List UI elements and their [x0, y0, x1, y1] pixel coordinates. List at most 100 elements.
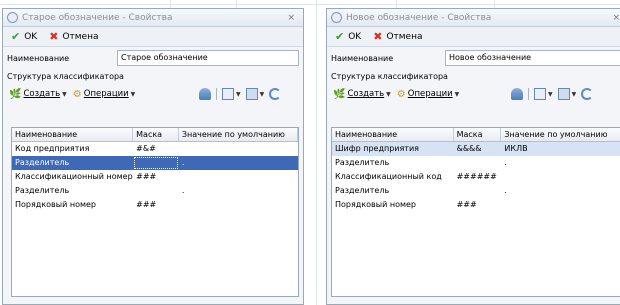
table-row[interactable]: Порядковый номер ###	[332, 198, 620, 212]
check-icon: ✔	[11, 30, 21, 43]
leaf-icon: 🌿	[333, 88, 346, 100]
create-button[interactable]: Создать	[23, 89, 60, 99]
column-header-mask[interactable]: Маска	[133, 128, 179, 141]
grid-header: Наименование Маска Значение по умолчанию	[12, 128, 298, 142]
cell-default	[179, 142, 298, 156]
cell-name: Классификационный код	[335, 172, 442, 181]
table-row[interactable]: Классификационный код ######	[332, 170, 620, 184]
properties-dialog-old: Старое обозначение - Свойства × ✔ OK ✖ О…	[2, 8, 304, 305]
cell-name: Порядковый номер	[335, 200, 416, 209]
cell-default: .	[504, 158, 507, 167]
chevron-down-icon[interactable]: ▼	[548, 91, 553, 98]
cell-default: .	[504, 186, 507, 195]
cell-name: Шифр предприятия	[335, 144, 419, 153]
ok-button[interactable]: OK	[348, 32, 361, 42]
cell-default	[501, 170, 620, 184]
table-row-selected[interactable]: Шифр предприятия &&&& ИКЛВ	[332, 142, 620, 156]
close-icon[interactable]: ×	[612, 13, 620, 23]
chevron-down-icon[interactable]: ▼	[236, 91, 241, 98]
chevron-down-icon[interactable]: ▼	[62, 91, 67, 98]
cross-icon: ✖	[373, 30, 383, 43]
check-icon: ✔	[335, 30, 345, 43]
user-icon[interactable]	[511, 88, 523, 100]
structure-grid: Наименование Маска Значение по умолчанию…	[331, 127, 620, 297]
dialog-title: Новое обозначение - Свойства	[346, 12, 492, 23]
toolbar-separator	[528, 88, 529, 100]
cell-default: .	[181, 186, 185, 195]
column-header-default[interactable]: Значение по умолчанию	[501, 128, 620, 141]
chevron-down-icon[interactable]: ▼	[455, 91, 460, 98]
name-label: Наименование	[7, 53, 70, 63]
column-header-name[interactable]: Наименование	[332, 128, 454, 141]
name-row: Наименование Новое обозначение	[327, 47, 620, 69]
operations-button[interactable]: Операции	[84, 89, 129, 99]
chevron-down-icon[interactable]: ▼	[260, 91, 265, 98]
refresh-icon[interactable]	[581, 88, 594, 100]
cancel-button[interactable]: Отмена	[62, 32, 98, 42]
user-icon[interactable]	[199, 88, 211, 100]
name-input[interactable]: Старое обозначение	[117, 50, 299, 66]
structure-toolbar: 🌿 Создать ▼ ⚙ Операции ▼ ▼ ▼	[327, 85, 620, 103]
structure-label: Структура классификатора	[7, 72, 124, 81]
grid-tools: ▼ ▼	[511, 88, 594, 100]
cell-name: Код предприятия	[15, 144, 90, 153]
table-row[interactable]: Классификационный номер ###	[12, 170, 298, 184]
edit-icon[interactable]	[534, 88, 546, 100]
cell-mask	[133, 156, 179, 170]
view-icon[interactable]	[245, 88, 258, 100]
title-bar[interactable]: Старое обозначение - Свойства ×	[3, 9, 303, 27]
cancel-button[interactable]: Отмена	[386, 32, 422, 42]
gear-icon: ⚙	[396, 88, 406, 100]
cell-name: Разделитель	[335, 158, 390, 167]
dialog-toolbar: ✔ OK ✖ Отмена	[327, 27, 620, 47]
properties-dialog-new: Новое обозначение - Свойства × ✔ OK ✖ От…	[326, 8, 620, 305]
structure-label: Структура классификатора	[331, 72, 448, 81]
cell-mask: ###	[136, 200, 157, 209]
ok-button[interactable]: OK	[24, 32, 37, 42]
title-bar[interactable]: Новое обозначение - Свойства ×	[327, 9, 620, 27]
grid-tools: ▼ ▼	[199, 88, 282, 100]
cell-name: Разделитель	[335, 186, 390, 195]
column-header-mask[interactable]: Маска	[454, 128, 502, 141]
table-row[interactable]: Код предприятия #&#	[12, 142, 298, 156]
table-row[interactable]: Разделитель .	[332, 156, 620, 170]
operations-button[interactable]: Операции	[408, 89, 453, 99]
edit-icon[interactable]	[222, 88, 234, 100]
structure-grid: Наименование Маска Значение по умолчанию…	[11, 127, 299, 297]
leaf-icon: 🌿	[9, 88, 22, 100]
cell-mask: ######	[456, 172, 497, 181]
cell-mask	[454, 184, 502, 198]
gear-icon: ⚙	[72, 88, 82, 100]
close-icon[interactable]: ×	[287, 13, 295, 23]
chevron-down-icon[interactable]: ▼	[386, 91, 391, 98]
table-row[interactable]: Разделитель .	[12, 184, 298, 198]
name-input[interactable]: Новое обозначение	[445, 50, 620, 66]
cell-mask	[454, 156, 502, 170]
cell-mask: ###	[456, 200, 477, 209]
table-row[interactable]: Порядковый номер ###	[12, 198, 298, 212]
cell-mask: ###	[136, 172, 157, 181]
background-gridline	[0, 4, 620, 5]
grid-header: Наименование Маска Значение по умолчанию	[332, 128, 620, 142]
cross-icon: ✖	[49, 30, 59, 43]
cell-default	[179, 198, 298, 212]
table-row[interactable]: Разделитель .	[332, 184, 620, 198]
refresh-icon[interactable]	[269, 88, 282, 100]
cell-name: Порядковый номер	[15, 200, 96, 209]
column-header-default[interactable]: Значение по умолчанию	[179, 128, 298, 141]
table-row-selected[interactable]: Разделитель .	[12, 156, 298, 170]
background-gridline	[316, 0, 317, 305]
cell-default: .	[181, 158, 185, 167]
cell-name: Разделитель	[15, 186, 70, 195]
chevron-down-icon[interactable]: ▼	[131, 91, 136, 98]
name-label: Наименование	[331, 53, 394, 63]
cell-mask: &&&&	[456, 144, 482, 153]
column-header-name[interactable]: Наименование	[12, 128, 134, 141]
cell-default: ИКЛВ	[504, 144, 528, 153]
create-button[interactable]: Создать	[347, 89, 384, 99]
view-icon[interactable]	[557, 88, 570, 100]
chevron-down-icon[interactable]: ▼	[572, 91, 577, 98]
cell-default	[179, 170, 298, 184]
app-icon	[331, 12, 342, 23]
name-row: Наименование Старое обозначение	[3, 47, 303, 69]
